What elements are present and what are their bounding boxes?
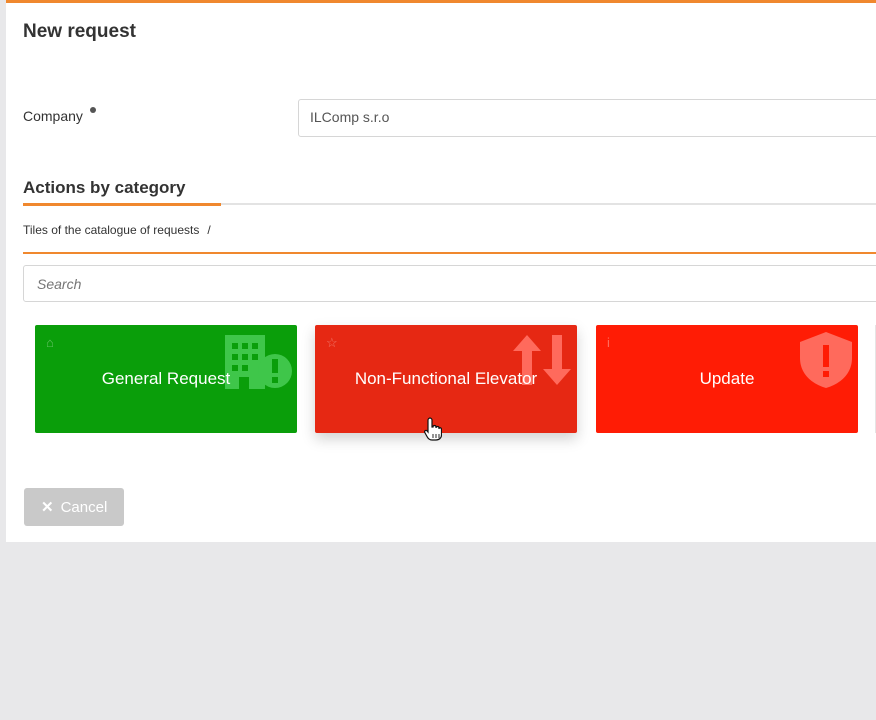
cancel-label: Cancel bbox=[60, 499, 108, 516]
home-icon: ⌂ bbox=[46, 335, 54, 350]
tile-non-functional-elevator[interactable]: ☆ Non-Functional Elevator bbox=[315, 325, 577, 433]
required-indicator bbox=[90, 107, 96, 113]
breadcrumb: Tiles of the catalogue of requests / bbox=[23, 223, 211, 237]
tile-general-request[interactable]: ⌂ General Request bbox=[35, 325, 297, 433]
company-label: Company bbox=[23, 108, 83, 124]
breadcrumb-item[interactable]: Tiles of the catalogue of requests bbox=[23, 223, 199, 237]
request-panel: New request Company ILComp s.r.o Actions… bbox=[6, 0, 876, 542]
company-field[interactable]: ILComp s.r.o bbox=[298, 99, 876, 137]
hand-cursor-icon bbox=[424, 417, 442, 441]
breadcrumb-divider bbox=[23, 252, 876, 254]
section-title: Actions by category bbox=[23, 178, 186, 197]
tile-update[interactable]: i Update bbox=[596, 325, 858, 433]
search-input[interactable] bbox=[23, 265, 876, 302]
close-icon: ✕ bbox=[41, 499, 54, 516]
page-title: New request bbox=[23, 21, 136, 42]
breadcrumb-separator: / bbox=[207, 223, 211, 237]
cancel-button[interactable]: ✕ Cancel bbox=[24, 488, 124, 526]
tile-label: Non-Functional Elevator bbox=[354, 369, 538, 388]
star-icon: ☆ bbox=[326, 335, 338, 350]
info-icon: i bbox=[607, 335, 610, 350]
tile-label: Update bbox=[699, 369, 755, 388]
section-divider-accent bbox=[23, 203, 221, 206]
tile-label: General Request bbox=[101, 369, 231, 388]
